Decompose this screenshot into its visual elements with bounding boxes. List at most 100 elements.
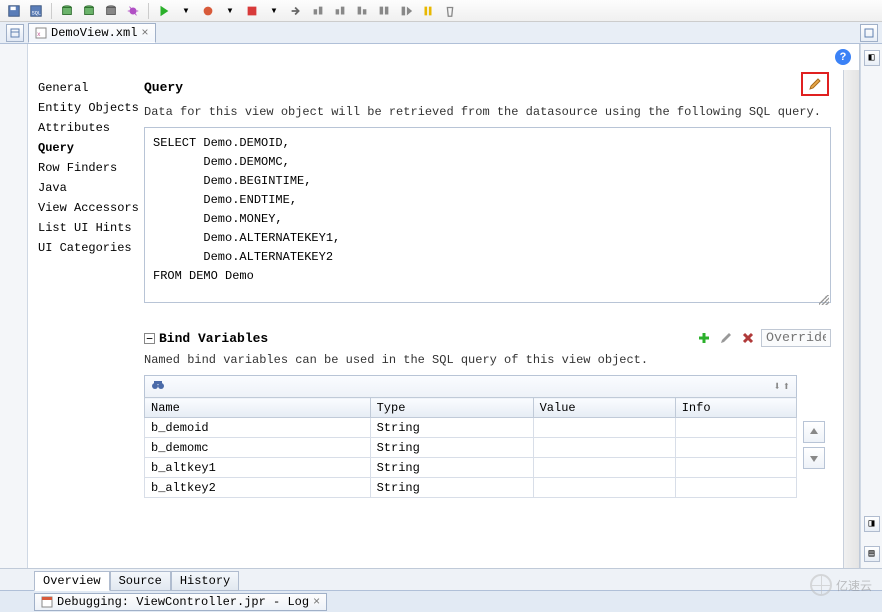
bottom-tab-source[interactable]: Source [110,571,171,591]
table-row[interactable]: b_demoidString [145,418,797,438]
debug-run-icon[interactable] [198,2,218,20]
table-row[interactable]: b_demomcString [145,438,797,458]
nav-item-attributes[interactable]: Attributes [32,118,134,138]
resize-grip-icon[interactable] [819,295,829,305]
minimize-left-panel-icon[interactable] [6,24,24,42]
file-tab-label: DemoView.xml [51,26,137,40]
cell-name: b_altkey2 [145,478,371,498]
log-panel-tabs: Debugging: ViewController.jpr - Log × [0,590,882,612]
search-down-icon[interactable]: ⬇ [774,379,781,394]
cell-type: String [370,418,533,438]
binoculars-icon[interactable] [151,379,165,395]
xml-file-icon: x [35,27,47,39]
table-row[interactable]: b_altkey1String [145,458,797,478]
collapse-toggle-icon[interactable]: − [144,333,155,344]
bottom-tab-overview[interactable]: Overview [34,571,110,591]
dropdown2-icon[interactable]: ▾ [220,2,240,20]
add-bind-var-button[interactable] [695,329,713,347]
column-header-value[interactable]: Value [533,398,675,418]
db-action-1-icon[interactable] [57,2,77,20]
edit-bind-var-button[interactable] [717,329,735,347]
query-content: Query Data for this view object will be … [138,70,843,568]
tab-list-dropdown-icon[interactable] [860,24,878,42]
column-header-name[interactable]: Name [145,398,371,418]
svg-text:x: x [37,31,41,38]
nav-item-query[interactable]: Query [32,138,134,158]
editor-bottom-tabs: OverviewSourceHistory [0,568,882,590]
db-action-3-icon[interactable] [101,2,121,20]
move-up-button[interactable] [803,421,825,443]
vertical-scrollbar[interactable] [843,70,859,568]
step-next-icon[interactable] [286,2,306,20]
query-section-title: Query [144,80,831,95]
pause-icon[interactable] [418,2,438,20]
run-to-cursor-icon[interactable] [374,2,394,20]
section-nav: GeneralEntity ObjectsAttributesQueryRow … [28,70,138,568]
search-up-icon[interactable]: ⬆ [783,379,790,394]
left-gutter [0,44,28,568]
stop-icon[interactable] [242,2,262,20]
table-row[interactable]: b_altkey2String [145,478,797,498]
bind-description: Named bind variables can be used in the … [144,353,831,367]
log-file-icon [41,596,53,608]
step-into-icon[interactable] [330,2,350,20]
db-action-2-icon[interactable] [79,2,99,20]
cell-info [675,458,796,478]
cell-value [533,418,675,438]
nav-item-java[interactable]: Java [32,178,134,198]
dropdown3-icon[interactable]: ▾ [264,2,284,20]
main-toolbar: SQL ▾ ▾ ▾ [0,0,882,22]
bottom-tab-history[interactable]: History [171,571,239,591]
file-tab-demoview[interactable]: x DemoView.xml × [28,23,156,43]
bind-search-toolbar: ⬇ ⬆ [144,375,797,397]
watermark: 亿速云 [810,574,872,596]
nav-item-row-finders[interactable]: Row Finders [32,158,134,178]
gc-icon[interactable] [440,2,460,20]
resume-icon[interactable] [396,2,416,20]
right-panel-toggle-2-icon[interactable]: ◨ [864,516,880,532]
svg-text:SQL: SQL [32,10,41,16]
bind-section-title: Bind Variables [159,331,691,346]
bug-icon[interactable] [123,2,143,20]
column-header-type[interactable]: Type [370,398,533,418]
column-header-info[interactable]: Info [675,398,796,418]
nav-item-entity-objects[interactable]: Entity Objects [32,98,134,118]
cell-name: b_demomc [145,438,371,458]
step-out-icon[interactable] [352,2,372,20]
log-tab-debugging[interactable]: Debugging: ViewController.jpr - Log × [34,593,327,611]
nav-item-list-ui-hints[interactable]: List UI Hints [32,218,134,238]
cell-value [533,438,675,458]
save-icon[interactable] [4,2,24,20]
delete-bind-var-button[interactable] [739,329,757,347]
nav-item-view-accessors[interactable]: View Accessors [32,198,134,218]
dropdown-icon[interactable]: ▾ [176,2,196,20]
cell-type: String [370,458,533,478]
move-down-button[interactable] [803,447,825,469]
log-tab-label: Debugging: ViewController.jpr - Log [57,595,309,609]
save-sql-icon[interactable]: SQL [26,2,46,20]
run-icon[interactable] [154,2,174,20]
right-panel-toggle-3-icon[interactable]: ▤ [864,546,880,562]
query-description: Data for this view object will be retrie… [144,105,831,119]
cell-name: b_demoid [145,418,371,438]
step-over-icon[interactable] [308,2,328,20]
cell-type: String [370,478,533,498]
close-log-tab-icon[interactable]: × [313,595,320,609]
sql-query-textarea[interactable] [144,127,831,303]
cell-info [675,418,796,438]
cell-name: b_altkey1 [145,458,371,478]
cell-value [533,478,675,498]
edit-query-button[interactable] [801,72,829,96]
close-tab-icon[interactable]: × [141,26,148,40]
cell-info [675,438,796,458]
bind-variables-table[interactable]: NameTypeValueInfo b_demoidStringb_demomc… [144,397,797,498]
override-input[interactable] [761,329,831,347]
cell-value [533,458,675,478]
nav-item-ui-categories[interactable]: UI Categories [32,238,134,258]
right-panel-toggle-1-icon[interactable]: ◧ [864,50,880,66]
cell-type: String [370,438,533,458]
help-icon[interactable]: ? [835,49,851,65]
cell-info [675,478,796,498]
right-gutter: ◧ ◨ ▤ [860,44,882,568]
nav-item-general[interactable]: General [32,78,134,98]
